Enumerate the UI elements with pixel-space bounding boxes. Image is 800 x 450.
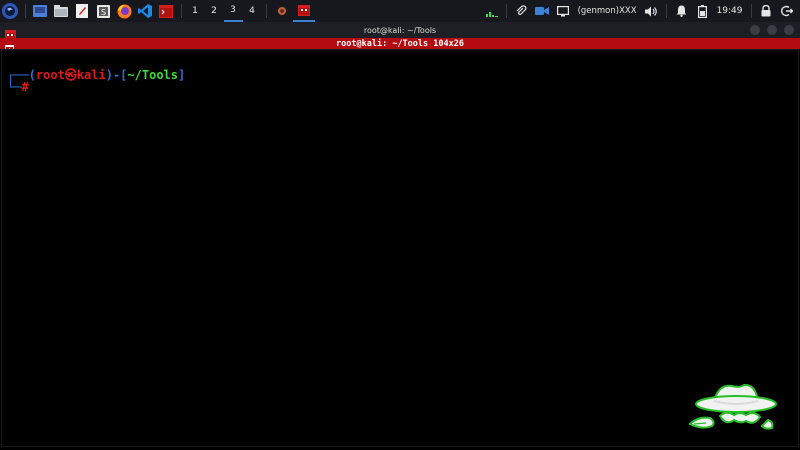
prompt-host: kali	[76, 68, 106, 82]
terminal-icon[interactable]	[157, 2, 175, 20]
window-title: root@kali: ~/Tools	[363, 25, 437, 35]
paperclip-icon[interactable]	[512, 2, 530, 20]
bell-icon[interactable]	[672, 2, 690, 20]
panel-separator	[505, 4, 507, 18]
incognito-logo-icon	[684, 380, 784, 440]
volume-icon[interactable]	[642, 2, 660, 20]
panel-separator	[750, 4, 752, 18]
prompt-corner-bottom: └─	[7, 80, 22, 94]
kali-menu-icon[interactable]	[1, 2, 19, 20]
close-button[interactable]	[784, 25, 794, 35]
prompt-line-2: └─#	[7, 80, 29, 94]
window-controls	[743, 25, 794, 35]
prompt-separator: )-[	[105, 68, 128, 82]
workspace-1[interactable]: 1	[186, 0, 205, 22]
workspace-2[interactable]: 2	[205, 0, 224, 22]
terminal-tab-title: root@kali: ~/Tools 104x26	[336, 38, 464, 49]
logout-icon[interactable]	[778, 2, 796, 20]
clock[interactable]: 19:49	[717, 6, 743, 16]
workspace-3[interactable]: 3	[223, 0, 243, 22]
panel-separator	[24, 4, 26, 18]
prompt-hash: #	[21, 80, 29, 94]
lock-icon[interactable]	[757, 2, 775, 20]
terminal-tab-bar[interactable]: root@kali: ~/Tools 104x26	[0, 38, 800, 54]
top-panel: S 1 2 3 4 (genmon)XXX 19:49	[0, 0, 800, 22]
display-icon[interactable]	[554, 2, 572, 20]
terminal-area[interactable]: ┌──(root㉿kali)-[~/Tools] └─#	[1, 49, 799, 447]
burp-icon[interactable]: S	[94, 2, 112, 20]
maximize-button[interactable]	[767, 25, 777, 35]
prompt-user: root	[35, 68, 65, 82]
camera-icon[interactable]	[533, 2, 551, 20]
vscode-icon[interactable]	[136, 2, 154, 20]
prompt-directory: ~/Tools	[127, 68, 178, 82]
system-tray: (genmon)XXX 19:49	[483, 0, 800, 22]
prompt-line-1: ┌──(root㉿kali)-[~/Tools]	[7, 66, 185, 83]
prompt-at-symbol: ㉿	[64, 68, 77, 82]
prompt-bracket-close: ]	[178, 68, 186, 82]
network-graph-icon	[484, 2, 500, 20]
panel-separator	[665, 4, 667, 18]
minimize-button[interactable]	[750, 25, 760, 35]
firefox-icon[interactable]	[115, 2, 133, 20]
svg-text:S: S	[100, 8, 105, 17]
taskbar-app-terminal[interactable]	[292, 0, 315, 22]
battery-icon[interactable]	[693, 2, 711, 20]
text-editor-icon[interactable]	[73, 2, 91, 20]
panel-separator	[180, 4, 182, 18]
file-manager-icon[interactable]	[52, 2, 70, 20]
panel-separator	[265, 4, 267, 18]
workspace-4[interactable]: 4	[243, 0, 262, 22]
show-desktop-icon[interactable]	[31, 2, 49, 20]
window-titlebar[interactable]: root@kali: ~/Tools	[0, 22, 800, 40]
genmon-label[interactable]: (genmon)XXX	[578, 6, 637, 16]
taskbar-app-burp[interactable]	[271, 0, 293, 22]
